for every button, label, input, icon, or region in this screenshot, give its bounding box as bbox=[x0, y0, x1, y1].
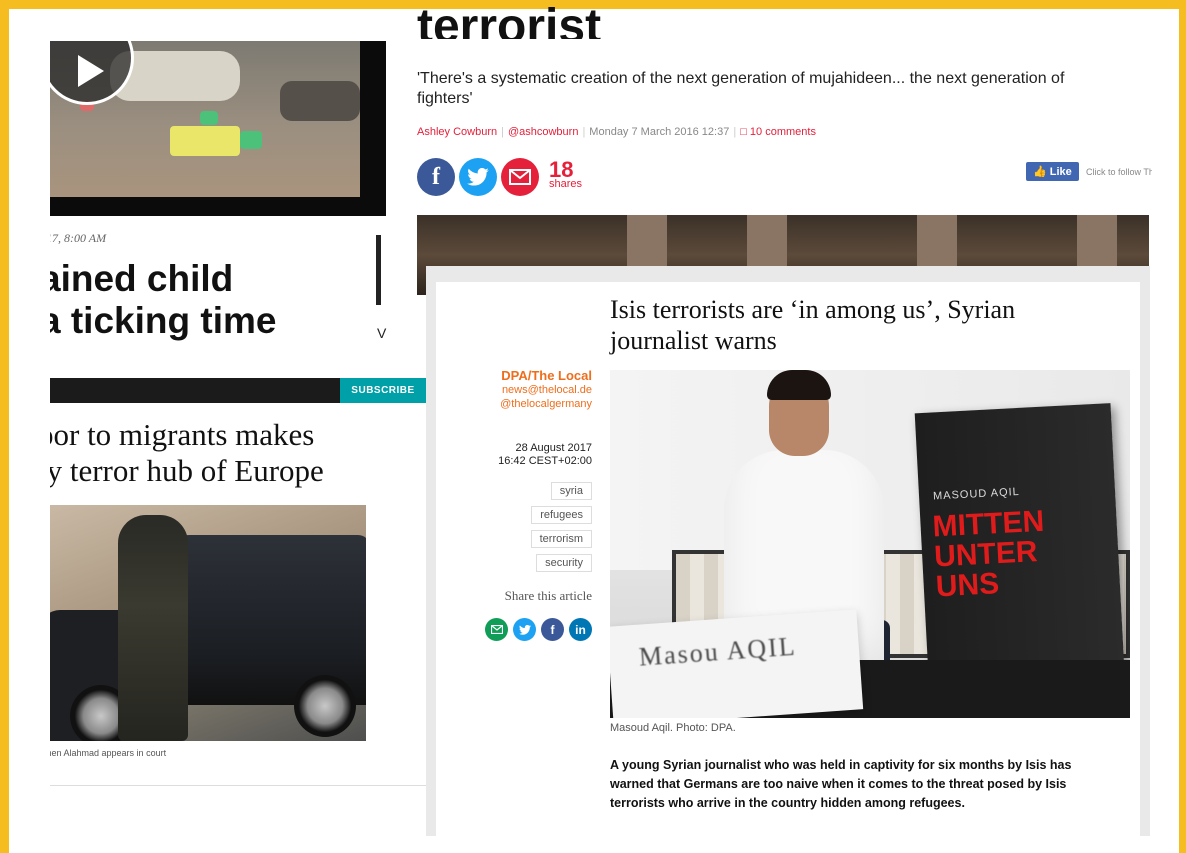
author-link[interactable]: DPA/The Local bbox=[436, 368, 592, 383]
tag-terrorism[interactable]: terrorism bbox=[530, 530, 592, 548]
comment-icon[interactable]: □ bbox=[740, 126, 747, 138]
independent-headline: terrorist bbox=[417, 1, 602, 39]
play-icon bbox=[78, 55, 104, 87]
tag-list: syria refugees terrorism security bbox=[436, 482, 592, 578]
photo-caption: Masoud Aqil. Photo: DPA. bbox=[610, 722, 736, 734]
twitter-icon[interactable] bbox=[513, 618, 536, 641]
nameplate: Masou AQIL bbox=[610, 609, 864, 718]
article-datetime: Monday 7 March 2016 12:37 bbox=[589, 126, 730, 138]
share-bar: f 18 shares bbox=[417, 157, 582, 197]
share-icons: f in bbox=[436, 618, 592, 641]
thelocal-sidebar: DPA/The Local news@thelocal.de @thelocal… bbox=[436, 368, 592, 641]
thumbs-up-icon: 👍 bbox=[1033, 166, 1047, 178]
independent-article: terrorist 'There's a systematic creation… bbox=[400, 1, 1170, 309]
independent-subtitle: 'There's a systematic creation of the ne… bbox=[417, 70, 1065, 107]
twitter-handle-link[interactable]: @thelocalgermany bbox=[436, 397, 592, 411]
comments-link[interactable]: 10 comments bbox=[750, 126, 816, 138]
email-link[interactable]: news@thelocal.de bbox=[436, 383, 592, 397]
telegraph-photo bbox=[50, 505, 366, 741]
tag-syria[interactable]: syria bbox=[550, 482, 592, 500]
share-count: 18 shares bbox=[549, 157, 583, 191]
email-icon[interactable] bbox=[485, 618, 508, 641]
share-title: Share this article bbox=[504, 588, 592, 603]
tag-security[interactable]: security bbox=[536, 554, 592, 572]
tabloid-date: 2017, 8:00 AM bbox=[50, 231, 107, 245]
telegraph-headline: oor to migrants makes ly terror hub of E… bbox=[50, 417, 324, 488]
independent-byline: Ashley Cowburn | @ashcowburn | Monday 7 Marc… bbox=[417, 126, 816, 138]
linkedin-icon[interactable]: in bbox=[569, 618, 592, 641]
book-cover: MASOUD AQIL MITTEN UNTER UNS bbox=[914, 403, 1126, 697]
thelocal-headline: Isis terrorists are ‘in among us’, Syria… bbox=[610, 295, 1016, 355]
divider bbox=[376, 235, 381, 305]
author-handle-link[interactable]: @ashcowburn bbox=[508, 126, 578, 138]
thelocal-photo: MASOUD AQIL MITTEN UNTER UNS Masou AQIL bbox=[610, 370, 1130, 718]
follow-text: Click to follow The Independent bbox=[1086, 167, 1152, 177]
thelocal-article: Isis terrorists are ‘in among us’, Syria… bbox=[436, 282, 1140, 842]
stray-text: V bbox=[377, 325, 387, 341]
email-icon[interactable] bbox=[501, 158, 539, 196]
telegraph-caption: men Alahmad appears in court bbox=[50, 748, 167, 758]
facebook-icon[interactable]: f bbox=[541, 618, 564, 641]
facebook-like-button[interactable]: 👍 Like bbox=[1026, 162, 1079, 181]
article-lede: A young Syrian journalist who was held i… bbox=[610, 758, 1072, 810]
twitter-icon[interactable] bbox=[459, 158, 497, 196]
article-date: 28 August 2017 16:42 CEST+02:00 bbox=[498, 442, 592, 467]
tabloid-headline: ained child a ticking time bbox=[50, 258, 277, 341]
tag-refugees[interactable]: refugees bbox=[531, 506, 592, 524]
tabloid-article: 2017, 8:00 AM ained child a ticking time bbox=[50, 216, 386, 380]
author-link[interactable]: Ashley Cowburn bbox=[417, 126, 497, 138]
telegraph-article: oor to migrants makes ly terror hub of E… bbox=[50, 403, 426, 786]
video-player[interactable] bbox=[50, 41, 386, 216]
facebook-icon[interactable]: f bbox=[417, 158, 455, 196]
subscribe-button[interactable]: SUBSCRIBE bbox=[340, 378, 426, 403]
